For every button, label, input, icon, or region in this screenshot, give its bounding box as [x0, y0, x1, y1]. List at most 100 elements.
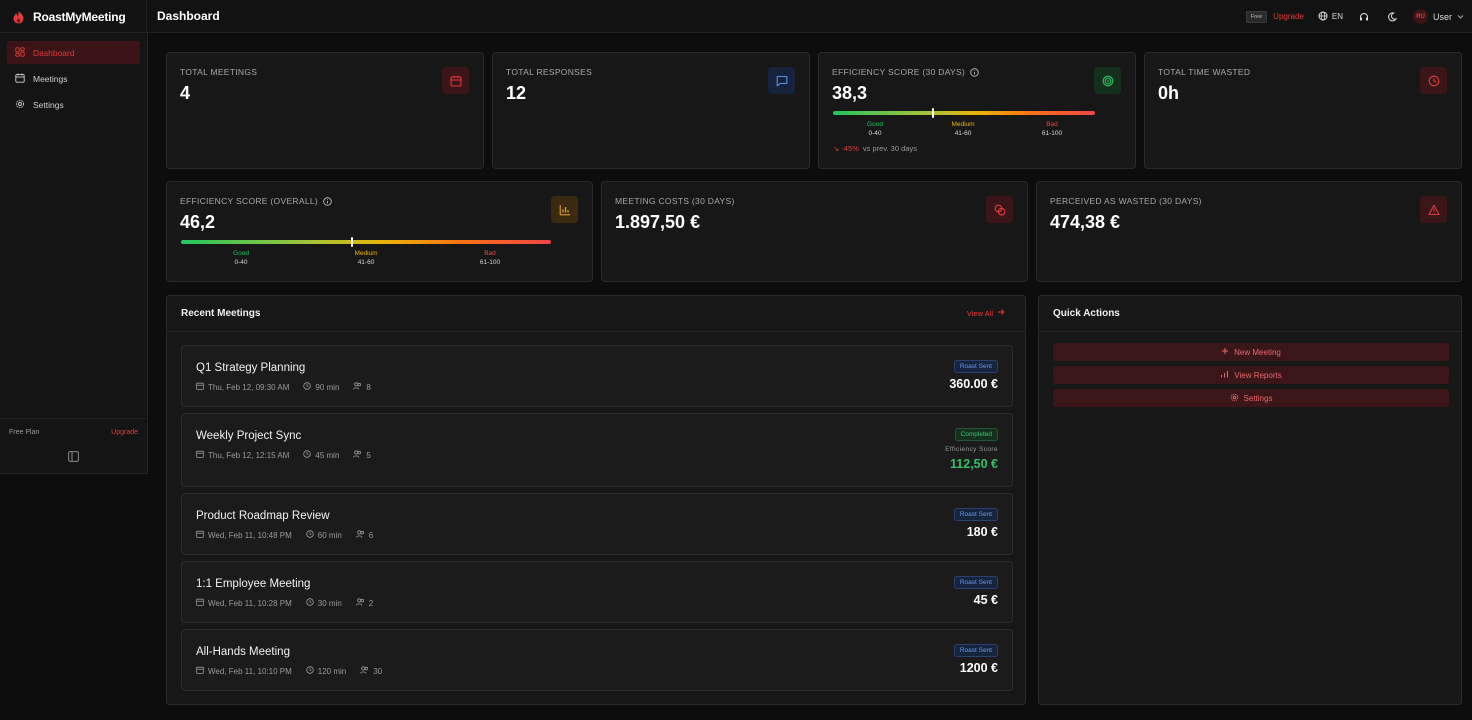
view-all-label: View All: [966, 308, 993, 318]
flame-logo-icon: [12, 10, 25, 24]
language-label: EN: [1331, 12, 1343, 21]
dashboard-icon: [15, 46, 25, 59]
stat-label: Perceived as Wasted (30 Days): [1050, 196, 1202, 206]
bar-chart-icon: [551, 196, 578, 223]
stat-value: 1.897,50 €: [615, 212, 701, 232]
meeting-attendees: 5: [366, 450, 371, 460]
meeting-row[interactable]: Weekly Project Sync Thu, Feb 12, 12:15 A…: [181, 413, 1013, 487]
efficiency-trend: ↘ -45% vs prev. 30 days: [833, 144, 917, 153]
total-time-wasted-card: Total Time Wasted 0h: [1144, 52, 1462, 169]
meeting-duration: 120 min: [317, 666, 347, 676]
meeting-row[interactable]: All-Hands Meeting Wed, Feb 11, 10:10 PM …: [181, 629, 1013, 691]
status-badge: Roast Sent: [953, 644, 998, 657]
efficiency-score-30-card: Efficiency Score (30 Days) 38,3 Good 0-4…: [818, 52, 1136, 169]
user-menu[interactable]: RU User: [1412, 9, 1464, 24]
stat-label: Total Time Wasted: [1158, 67, 1251, 77]
settings-label: Settings: [1243, 393, 1273, 403]
settings-button[interactable]: Settings: [1053, 389, 1449, 407]
page-title: Dashboard: [157, 9, 220, 23]
meeting-duration: 30 min: [317, 598, 342, 608]
new-meeting-button[interactable]: New Meeting: [1053, 343, 1449, 361]
clock-icon: [306, 530, 314, 540]
sidebar-item-label: Settings: [33, 99, 64, 110]
calendar-icon: [196, 598, 204, 608]
recent-meetings-title: Recent Meetings: [181, 308, 261, 319]
clock-icon: [303, 382, 312, 392]
top-bar: RoastMyMeeting Dashboard Free Upgrade EN…: [0, 0, 1472, 33]
message-icon: [768, 67, 795, 94]
meeting-duration: 45 min: [315, 450, 340, 460]
header-upgrade-link[interactable]: Upgrade: [1273, 12, 1304, 21]
sidebar-footer: Free Plan Upgrade: [0, 418, 147, 462]
meeting-cost: 45 €: [973, 593, 998, 607]
brand[interactable]: RoastMyMeeting: [0, 0, 147, 33]
info-icon[interactable]: [323, 196, 332, 206]
panel-divider: [167, 331, 1025, 332]
meeting-title: Weekly Project Sync: [196, 430, 302, 442]
calendar-icon: [196, 666, 204, 676]
info-icon[interactable]: [970, 67, 979, 77]
clock-icon: [306, 666, 314, 676]
efficiency-score-label: Efficiency Score: [945, 446, 998, 453]
sidebar-item-label: Dashboard: [33, 47, 75, 58]
gauge-legend-bad: Bad 61-100: [479, 250, 501, 266]
efficiency-gauge-bar: [181, 240, 551, 244]
meeting-row[interactable]: 1:1 Employee Meeting Wed, Feb 11, 10:28 …: [181, 561, 1013, 623]
stat-value: 0h: [1158, 83, 1180, 103]
gauge-legend-medium: Medium 41-60: [354, 250, 378, 266]
view-all-link[interactable]: View All: [967, 308, 1005, 318]
meeting-meta: Wed, Feb 11, 10:48 PM 60 min 6: [196, 530, 373, 540]
clock-icon: [306, 598, 314, 608]
meeting-duration: 60 min: [317, 530, 342, 540]
stat-value: 4: [180, 83, 191, 103]
stat-value: 38,3: [832, 83, 868, 103]
sidebar-item-dashboard[interactable]: Dashboard: [7, 41, 140, 64]
meeting-date: Wed, Feb 11, 10:48 PM: [208, 530, 292, 540]
clock-icon: [303, 450, 312, 460]
clock-icon: [1420, 67, 1447, 94]
arrow-right-icon: [997, 308, 1005, 318]
quick-actions-panel: Quick Actions New Meeting View Reports S…: [1038, 295, 1462, 705]
sidebar-item-settings[interactable]: Settings: [7, 93, 140, 116]
theme-toggle-moon-icon[interactable]: [1385, 10, 1399, 24]
meeting-title: All-Hands Meeting: [196, 646, 290, 658]
sidebar-upgrade-link[interactable]: Upgrade: [111, 429, 138, 436]
efficiency-gauge-marker: [350, 237, 353, 247]
calendar-icon: [196, 382, 204, 392]
sidebar-collapse-icon[interactable]: [68, 449, 80, 462]
total-meetings-card: Total Meetings 4: [166, 52, 484, 169]
sidebar-item-label: Meetings: [33, 73, 68, 84]
status-badge: Roast Sent: [953, 576, 998, 589]
meeting-row[interactable]: Q1 Strategy Planning Thu, Feb 12, 09:30 …: [181, 345, 1013, 407]
meeting-attendees: 8: [366, 382, 371, 392]
gauge-legend-medium: Medium 41-60: [951, 121, 975, 137]
header-actions: Free Upgrade EN RU User: [1245, 0, 1464, 33]
meeting-attendees: 2: [368, 598, 374, 608]
bar-chart-icon: [1220, 370, 1229, 380]
meeting-attendees: 6: [368, 530, 374, 540]
meeting-date: Wed, Feb 11, 10:10 PM: [208, 666, 292, 676]
coins-icon: [986, 196, 1013, 223]
recent-meetings-panel: Recent Meetings View All Q1 Strategy Pla…: [166, 295, 1026, 705]
users-icon: [355, 530, 365, 540]
meeting-meta: Wed, Feb 11, 10:28 PM 30 min 2: [196, 598, 373, 608]
meeting-date: Wed, Feb 11, 10:28 PM: [208, 598, 292, 608]
plan-upgrade-group: Free Upgrade: [1245, 10, 1304, 23]
users-icon: [353, 382, 362, 392]
gauge-legend-bad: Bad 61-100: [1041, 121, 1063, 137]
perceived-wasted-card: Perceived as Wasted (30 Days) 474,38 €: [1036, 181, 1462, 282]
meeting-title: Q1 Strategy Planning: [196, 362, 306, 374]
meeting-cost: 112,50 €: [950, 457, 998, 471]
stat-label-text: Efficiency Score (Overall): [180, 196, 319, 206]
target-icon: [1094, 67, 1121, 94]
efficiency-gauge-bar: [833, 111, 1095, 115]
chevron-down-icon: [1457, 12, 1464, 22]
sidebar-item-meetings[interactable]: Meetings: [7, 67, 140, 90]
meeting-meta: Thu, Feb 12, 09:30 AM 90 min 8: [196, 382, 371, 392]
language-switcher[interactable]: EN: [1318, 11, 1343, 23]
view-reports-button[interactable]: View Reports: [1053, 366, 1449, 384]
users-icon: [355, 598, 365, 608]
warning-icon: [1420, 196, 1447, 223]
meeting-row[interactable]: Product Roadmap Review Wed, Feb 11, 10:4…: [181, 493, 1013, 555]
headset-icon[interactable]: [1357, 10, 1371, 24]
